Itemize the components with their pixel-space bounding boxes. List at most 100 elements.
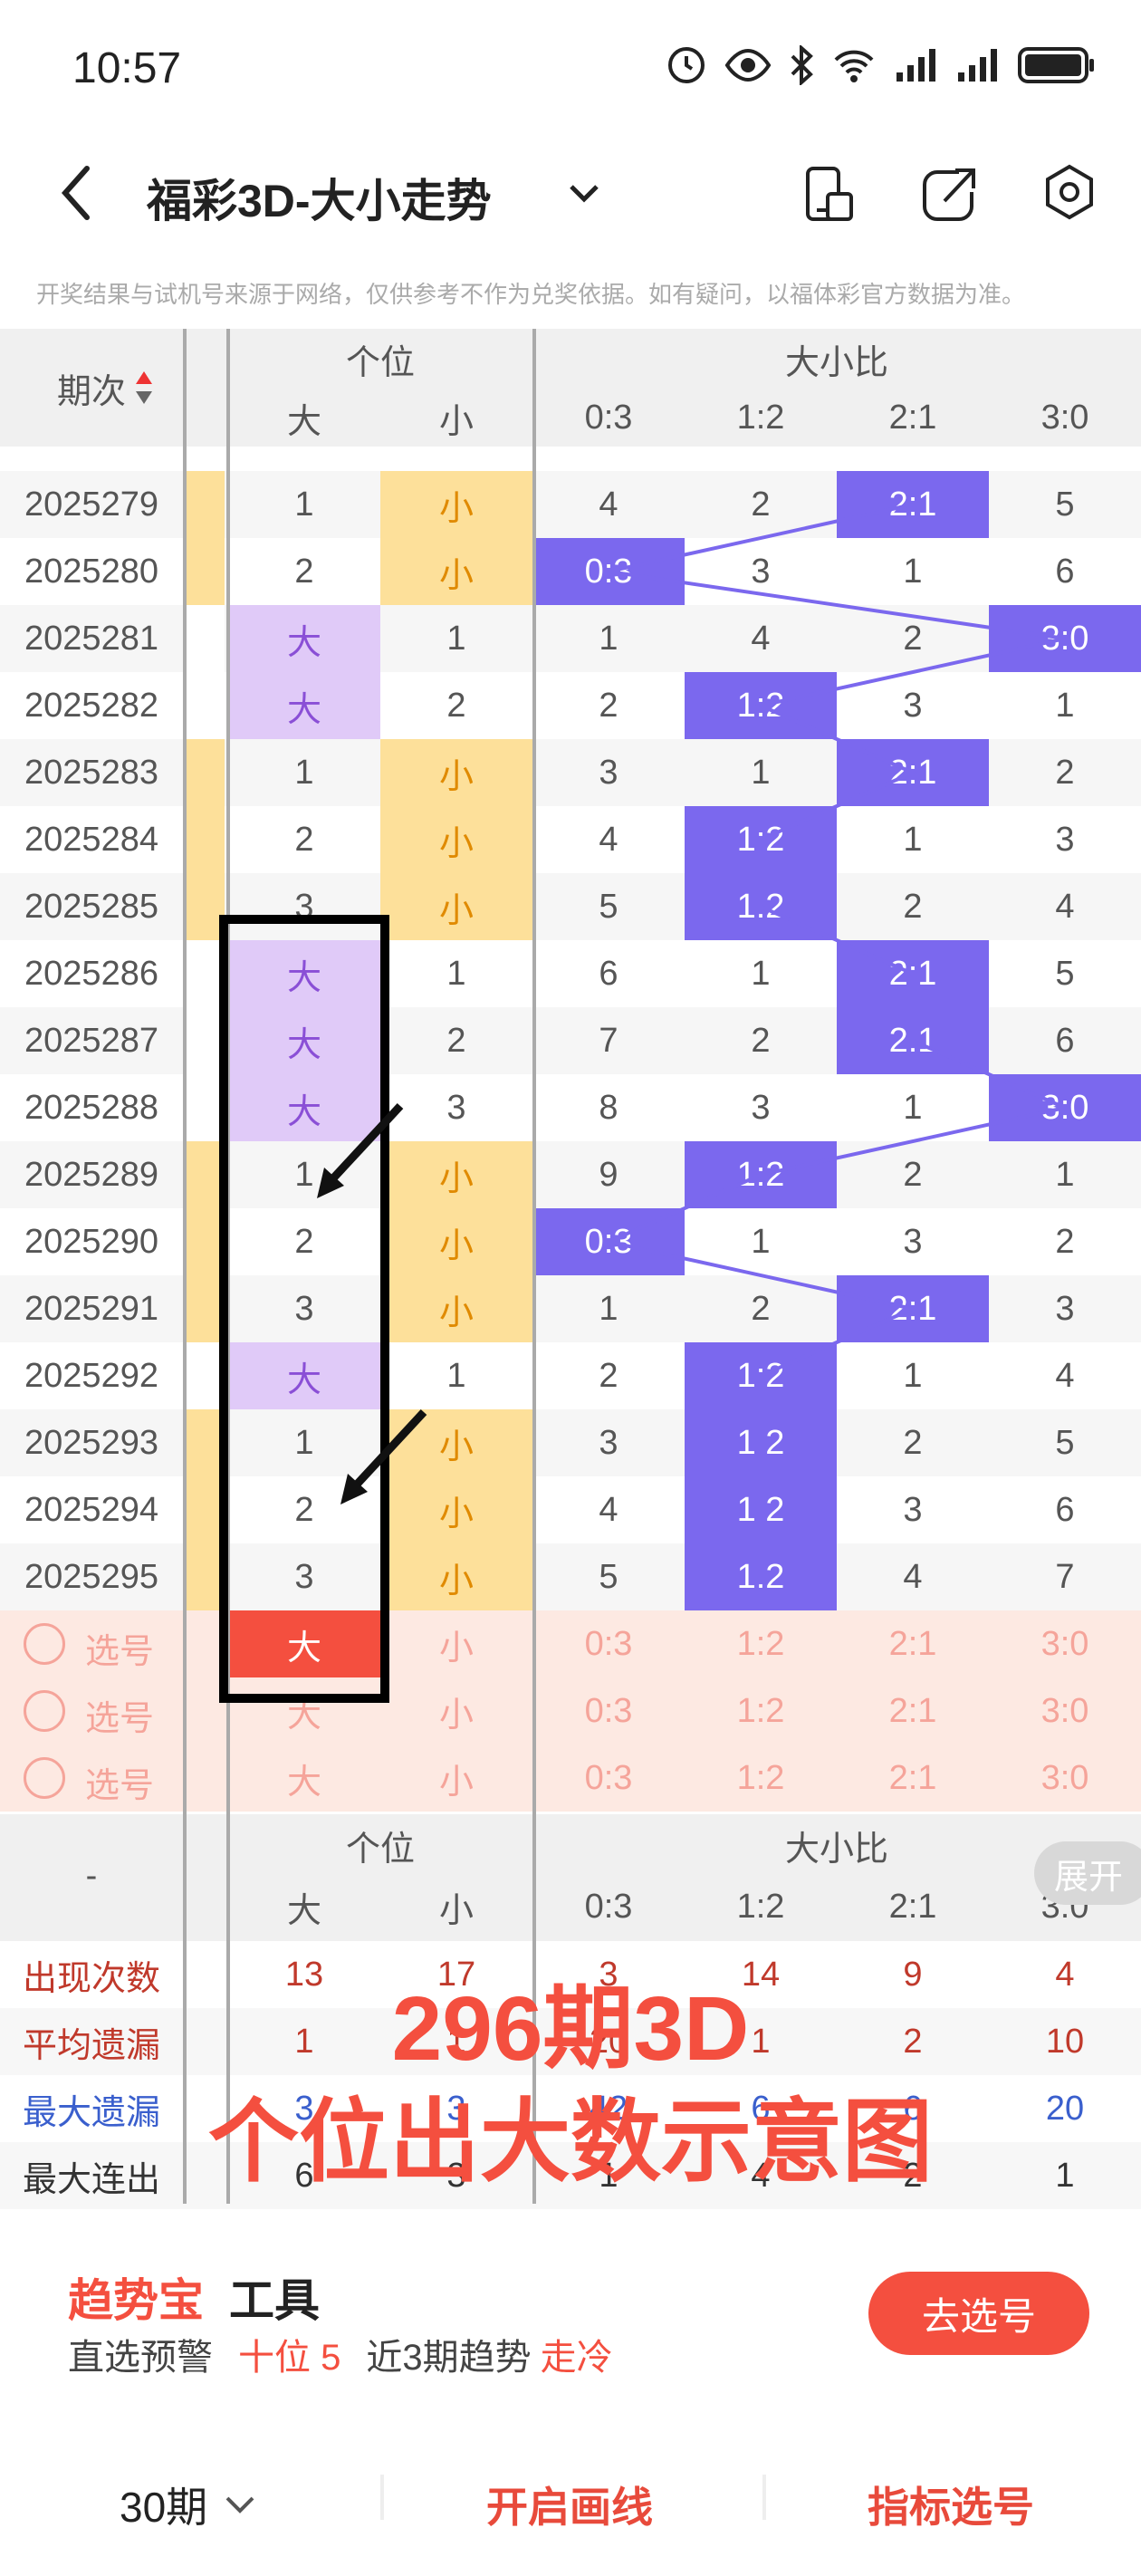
period-cell: 2025285 [24,887,158,926]
select-option[interactable]: 大 [228,1610,380,1677]
select-option[interactable]: 2:1 [837,1677,989,1745]
big-cell: 2 [294,552,314,591]
small-cell: 2 [446,686,466,725]
expand-button[interactable]: 展开 [1034,1841,1141,1905]
overlay-subtitle: 个位出大数示意图 [208,2091,933,2193]
select-option[interactable]: 大 [228,1745,380,1812]
stats-subheader: 大 [286,1892,321,1930]
sort-icon[interactable] [134,370,154,406]
select-radio[interactable] [24,1623,65,1665]
select-label[interactable]: 选号 [85,1690,154,1740]
row-marker [187,806,225,873]
settings-icon[interactable] [1043,161,1096,226]
select-option[interactable]: 大 [228,1677,380,1745]
small-cell: 小 [380,739,532,806]
signal-icon [896,49,935,82]
trend-tool-card: 趋势宝 工具 直选预警 十位 5 近3期趋势 走冷 去选号 [24,2228,1117,2398]
period-cell: 2025293 [24,1423,158,1462]
row-marker [187,471,225,538]
small-cell: 2 [446,1021,466,1060]
select-option[interactable]: 1:2 [685,1745,837,1812]
ratio-cell: 1 [599,1289,618,1328]
period-cell: 2025288 [24,1088,158,1127]
bluetooth-icon [791,45,813,85]
ratio-cell: 6 [1055,552,1075,591]
ratio-cell: 5 [599,887,618,926]
ratio-cell: 1:2 [685,1543,837,1610]
ratio-cell: 2 [903,887,923,926]
period-cell: 2025294 [24,1490,158,1529]
warning-label: 直选预警 [68,2338,213,2378]
ratio-cell: 3 [1055,1289,1075,1328]
draw-line-button[interactable]: 开启画线 [486,2475,653,2534]
select-option[interactable]: 3:0 [989,1610,1141,1677]
select-option[interactable]: 0:3 [532,1610,685,1677]
share-icon[interactable] [919,161,977,226]
phone-switch-icon[interactable] [804,161,855,226]
period-selector[interactable]: 30期 [120,2475,258,2534]
select-option[interactable]: 小 [380,1677,532,1745]
ratio-cell: 5 [1055,954,1075,993]
period-header[interactable]: 期次 [0,329,183,447]
select-option[interactable]: 2:1 [837,1745,989,1812]
ratio-cell: 1 [751,753,771,792]
row-marker [187,672,225,739]
subheader-0: 大 [228,389,380,447]
ratio-cell: 3 [903,1222,923,1261]
select-radio[interactable] [24,1757,65,1799]
ratio-cell: 2:1 [837,1275,989,1342]
ratio-cell: 1:2 [685,1476,837,1543]
select-option[interactable]: 0:3 [532,1677,685,1745]
select-radio[interactable] [24,1690,65,1732]
small-cell: 1 [446,619,466,658]
disclaimer-text: 开奖结果与试机号来源于网络，仅供参考不作为兑奖依据。如有疑问，以福体彩官方数据为… [36,281,1026,308]
select-option[interactable]: 3:0 [989,1745,1141,1812]
big-cell: 大 [228,1007,380,1074]
go-select-button[interactable]: 去选号 [868,2272,1089,2355]
page-title[interactable]: 福彩3D-大小走势 [147,165,492,230]
chevron-down-icon [225,2496,254,2514]
select-option[interactable]: 1:2 [685,1610,837,1677]
ratio-cell: 2 [599,1356,618,1395]
stats-group-ones: 个位 [345,1830,415,1869]
subheader-1: 小 [380,389,532,447]
select-option[interactable]: 小 [380,1745,532,1812]
status-icons [666,45,1096,85]
subheader-3: 1:2 [685,389,837,447]
select-option[interactable]: 小 [380,1610,532,1677]
period-cell: 2025279 [24,485,158,524]
ratio-cell: 2 [599,686,618,725]
tool-info-row: 直选预警 十位 5 近3期趋势 走冷 [68,2328,613,2380]
ratio-cell: 2 [751,1021,771,1060]
big-cell: 大 [228,1342,380,1409]
back-arrow-icon[interactable] [54,161,100,225]
ratio-cell: 3:0 [989,605,1141,672]
ratio-cell: 2 [1055,753,1075,792]
stats-subheader: 小 [438,1892,474,1930]
period-cell: 2025282 [24,686,158,725]
ratio-cell: 6 [1055,1021,1075,1060]
small-cell: 小 [380,538,532,605]
select-option[interactable]: 3:0 [989,1677,1141,1745]
row-marker [187,1543,225,1610]
column-divider [183,329,187,1814]
ratio-cell: 1 [903,1356,923,1395]
select-label[interactable]: 选号 [85,1623,154,1673]
row-marker [187,1007,225,1074]
chevron-down-icon[interactable] [566,179,602,207]
select-option[interactable]: 0:3 [532,1745,685,1812]
small-cell: 3 [446,1088,466,1127]
big-cell: 2 [294,1490,314,1529]
indicator-select-button[interactable]: 指标选号 [868,2475,1034,2534]
ratio-cell: 4 [599,485,618,524]
ratio-cell: 0:3 [532,538,685,605]
subheader-4: 2:1 [837,389,989,447]
ratio-cell: 2:1 [837,471,989,538]
period-cell: 2025287 [24,1021,158,1060]
select-option[interactable]: 1:2 [685,1677,837,1745]
select-option[interactable]: 2:1 [837,1610,989,1677]
select-label[interactable]: 选号 [85,1757,154,1807]
period-cell: 2025291 [24,1289,158,1328]
small-cell: 小 [380,806,532,873]
ratio-cell: 3 [1055,820,1075,859]
